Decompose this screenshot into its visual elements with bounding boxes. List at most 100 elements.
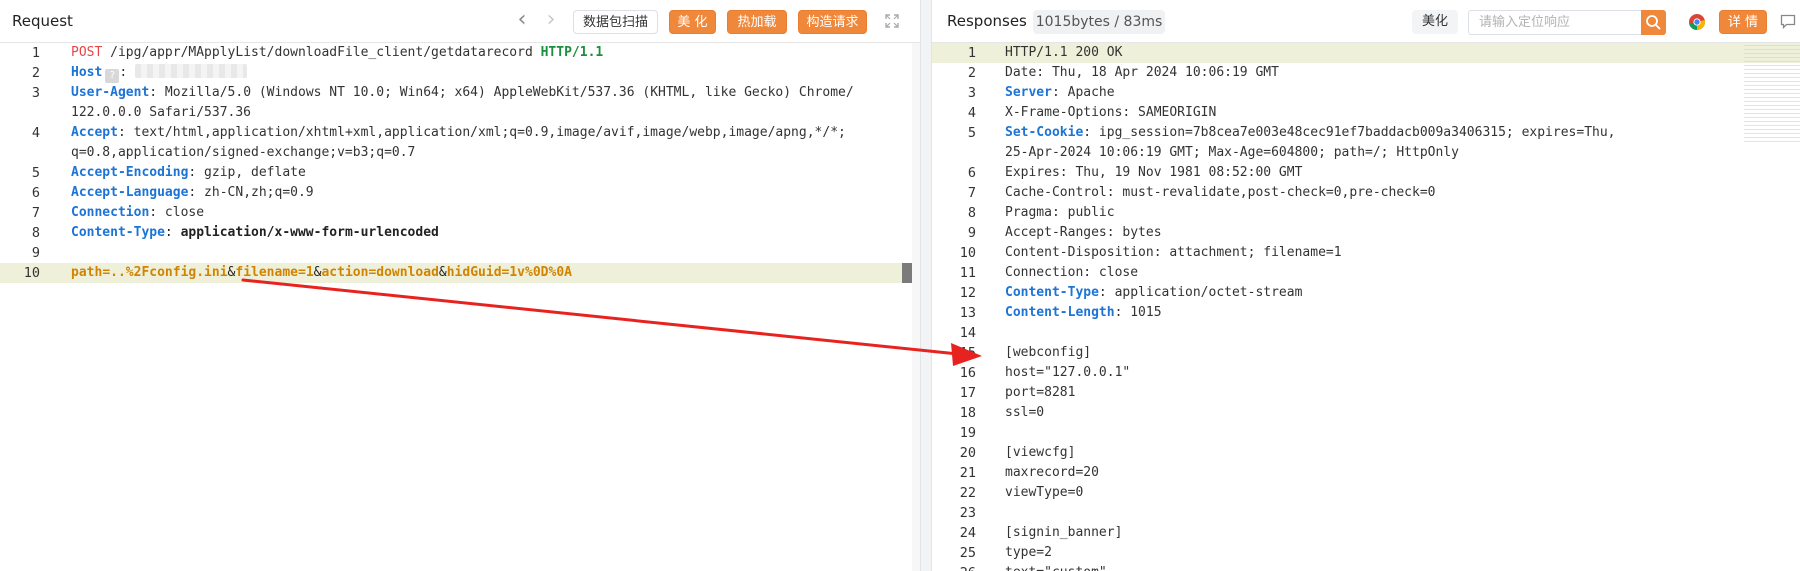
help-icon[interactable]: ? bbox=[105, 69, 120, 83]
packet-scan-button[interactable]: 数据包扫描 bbox=[573, 10, 658, 34]
code-text: ssl=0 bbox=[1005, 403, 1044, 423]
code-token: : bbox=[164, 225, 181, 240]
code-token: POST bbox=[71, 45, 103, 60]
code-line: 15 [webconfig] bbox=[932, 343, 1800, 363]
code-text: User-Agent: Mozilla/5.0 (Windows NT 10.0… bbox=[71, 83, 854, 103]
code-text: Expires: Thu, 19 Nov 1981 08:52:00 GMT bbox=[1005, 163, 1302, 183]
chevron-left-icon[interactable]: ‹ bbox=[512, 9, 532, 32]
response-pane: Responses 1015bytes / 83ms 美化 详 情 1 HTTP/… bbox=[932, 0, 1800, 571]
hot-load-button[interactable]: 热加载 bbox=[727, 10, 787, 34]
code-text: Server: Apache bbox=[1005, 83, 1115, 103]
code-text: 25-Apr-2024 10:06:19 GMT; Max-Age=604800… bbox=[1005, 143, 1459, 163]
expand-icon[interactable] bbox=[885, 14, 899, 28]
request-pane: Request ‹ › 数据包扫描 美 化 热加载 构造请求 1 POST /ip… bbox=[0, 0, 920, 571]
code-token: HTTP/1.1 200 OK bbox=[1005, 45, 1123, 60]
line-number: 12 bbox=[959, 285, 976, 301]
code-token: : Mozilla/5.0 (Windows NT 10.0; Win64; x… bbox=[149, 85, 854, 100]
code-token: Accept-Ranges: bytes bbox=[1005, 225, 1162, 240]
code-token: User-Agent bbox=[71, 85, 150, 100]
code-line: 2 Host?: bbox=[0, 63, 920, 83]
line-number: 6 bbox=[31, 185, 40, 201]
code-line: 2 Date: Thu, 18 Apr 2024 10:06:19 GMT bbox=[932, 63, 1800, 83]
line-number: 14 bbox=[959, 325, 976, 341]
code-line: 17 port=8281 bbox=[932, 383, 1800, 403]
code-token: Expires: Thu, 19 Nov 1981 08:52:00 GMT bbox=[1005, 165, 1303, 180]
code-text: port=8281 bbox=[1005, 383, 1075, 403]
response-beautify-button[interactable]: 美化 bbox=[1412, 10, 1458, 34]
line-number: 6 bbox=[967, 165, 976, 181]
line-number: 8 bbox=[967, 205, 976, 221]
line-number: 23 bbox=[959, 505, 976, 521]
chrome-icon[interactable] bbox=[1688, 13, 1706, 31]
code-line: 8 Pragma: public bbox=[932, 203, 1800, 223]
code-text: q=0.8,application/signed-exchange;v=b3;q… bbox=[71, 143, 415, 163]
response-toolbar: Responses 1015bytes / 83ms 美化 详 情 bbox=[932, 0, 1800, 43]
search-icon[interactable] bbox=[1641, 10, 1666, 35]
code-token: [viewcfg] bbox=[1005, 445, 1076, 460]
code-line: 9 Accept-Ranges: bytes bbox=[932, 223, 1800, 243]
code-text: Content-Disposition: attachment; filenam… bbox=[1005, 243, 1342, 263]
code-token: : Apache bbox=[1051, 85, 1115, 100]
code-token: Set-Cookie bbox=[1005, 125, 1084, 140]
code-token: Date: Thu, 18 Apr 2024 10:06:19 GMT bbox=[1005, 65, 1279, 80]
code-token: 25-Apr-2024 10:06:19 GMT; Max-Age=604800… bbox=[1005, 145, 1459, 160]
code-token: application/x-www-form-urlencoded bbox=[180, 225, 439, 240]
line-number: 22 bbox=[959, 485, 976, 501]
line-number: 10 bbox=[959, 245, 976, 261]
line-number: 16 bbox=[959, 365, 976, 381]
code-text: Set-Cookie: ipg_session=7b8cea7e003e48ce… bbox=[1005, 123, 1616, 143]
line-number: 10 bbox=[23, 265, 40, 281]
code-token: viewType=0 bbox=[1005, 485, 1084, 500]
line-number: 1 bbox=[967, 45, 976, 61]
code-line: 11 Connection: close bbox=[932, 263, 1800, 283]
code-token: Content-Type bbox=[71, 225, 165, 240]
request-toolbar: Request ‹ › 数据包扫描 美 化 热加载 构造请求 bbox=[0, 0, 920, 43]
comment-icon[interactable] bbox=[1780, 14, 1796, 29]
code-text: [webconfig] bbox=[1005, 343, 1091, 363]
code-token: [signin_banner] bbox=[1005, 525, 1123, 540]
code-token: [webconfig] bbox=[1005, 345, 1092, 360]
code-text: Connection: close bbox=[71, 203, 204, 223]
code-line: 7 Cache-Control: must-revalidate,post-che… bbox=[932, 183, 1800, 203]
code-token: hidGuid bbox=[446, 265, 502, 280]
code-line: 13 Content-Length: 1015 bbox=[932, 303, 1800, 323]
code-token: Content-Length bbox=[1005, 305, 1115, 320]
code-text: host="127.0.0.1" bbox=[1005, 363, 1130, 383]
response-search-input[interactable] bbox=[1468, 10, 1642, 35]
chevron-right-icon[interactable]: › bbox=[541, 9, 561, 32]
redacted-host bbox=[135, 64, 248, 78]
code-token: : gzip, deflate bbox=[188, 165, 306, 180]
response-title: Responses bbox=[947, 12, 1027, 30]
code-line: 25-Apr-2024 10:06:19 GMT; Max-Age=604800… bbox=[932, 143, 1800, 163]
construct-request-button[interactable]: 构造请求 bbox=[798, 10, 867, 34]
code-text: Host?: bbox=[71, 63, 248, 83]
code-token: : bbox=[119, 65, 128, 80]
request-editor[interactable]: 1 POST /ipg/appr/MApplyList/downloadFile_… bbox=[0, 43, 920, 571]
pane-splitter[interactable] bbox=[920, 0, 932, 571]
code-text: POST /ipg/appr/MApplyList/downloadFile_c… bbox=[71, 43, 603, 63]
line-number: 5 bbox=[31, 165, 40, 181]
code-token: Cache-Control: must-revalidate,post-chec… bbox=[1005, 185, 1436, 200]
line-number: 4 bbox=[31, 125, 40, 141]
details-button[interactable]: 详 情 bbox=[1719, 10, 1767, 34]
response-viewer[interactable]: 1 HTTP/1.1 200 OK 2 Date: Thu, 18 Apr 2024 … bbox=[932, 43, 1800, 571]
code-token: =1 bbox=[298, 265, 314, 280]
response-minimap[interactable] bbox=[1744, 45, 1800, 145]
line-number: 3 bbox=[967, 85, 976, 101]
line-number: 18 bbox=[959, 405, 976, 421]
code-token: =..%2Fconfig.ini bbox=[102, 265, 228, 280]
line-number: 9 bbox=[31, 245, 40, 261]
code-token: action bbox=[321, 265, 369, 280]
code-token: & bbox=[438, 265, 447, 280]
code-token: host="127.0.0.1" bbox=[1005, 365, 1131, 380]
line-number: 25 bbox=[959, 545, 976, 561]
request-scrollbar[interactable] bbox=[912, 43, 920, 571]
code-token: type=2 bbox=[1005, 545, 1052, 560]
code-text: Content-Length: 1015 bbox=[1005, 303, 1162, 323]
code-text: Accept-Language: zh-CN,zh;q=0.9 bbox=[71, 183, 314, 203]
beautify-button[interactable]: 美 化 bbox=[669, 10, 716, 34]
code-line: 21 maxrecord=20 bbox=[932, 463, 1800, 483]
code-token: text="custom" bbox=[1005, 565, 1107, 571]
code-text: type=2 bbox=[1005, 543, 1052, 563]
code-token: : ipg_session=7b8cea7e003e48cec91ef7badd… bbox=[1083, 125, 1616, 140]
